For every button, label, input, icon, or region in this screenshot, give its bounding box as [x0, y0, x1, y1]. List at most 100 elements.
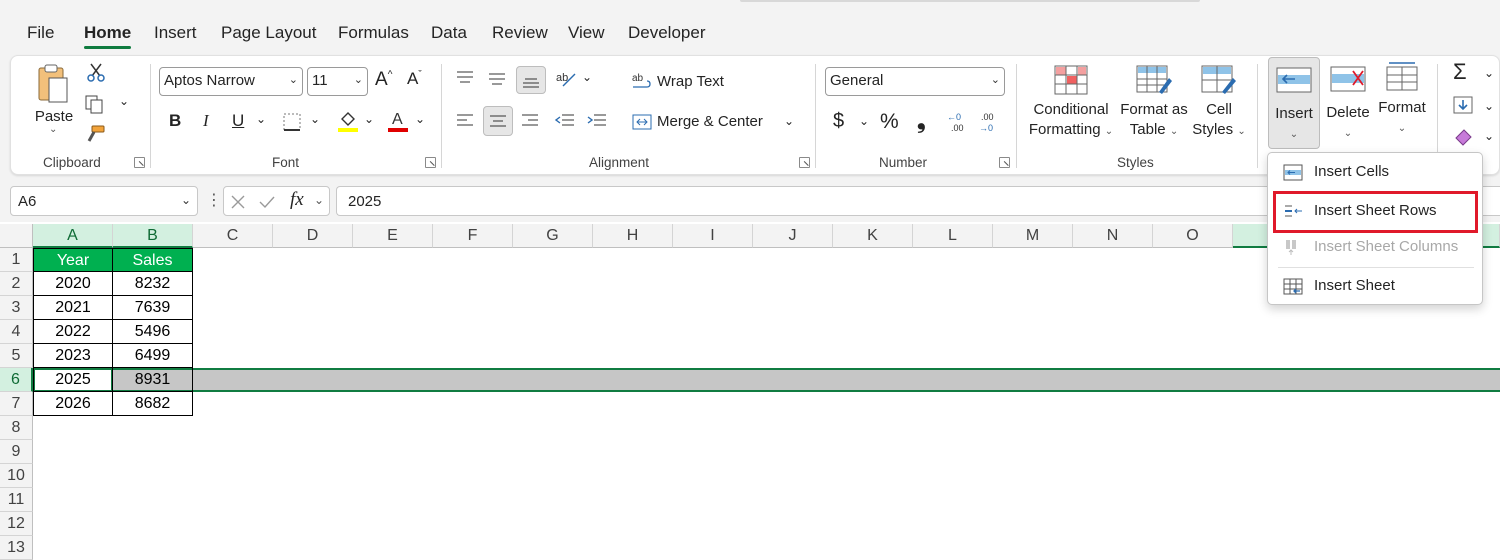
increase-decimal-icon[interactable]: ←0.00: [945, 110, 969, 134]
row-header[interactable]: 5: [0, 344, 33, 368]
row-header[interactable]: 13: [0, 536, 33, 560]
align-left-icon[interactable]: [455, 112, 475, 130]
font-dialog-launcher-icon[interactable]: [425, 157, 436, 168]
cut-icon[interactable]: [87, 62, 105, 82]
format-painter-icon[interactable]: [84, 124, 106, 144]
autosum-icon[interactable]: Σ: [1453, 59, 1467, 85]
insert-button[interactable]: Insert ⌄: [1268, 57, 1320, 149]
accounting-format-button[interactable]: $: [833, 110, 844, 133]
orientation-icon[interactable]: ab: [555, 68, 577, 88]
table-cell[interactable]: 8682: [113, 392, 193, 416]
table-cell[interactable]: 2023: [33, 344, 113, 368]
italic-button[interactable]: I: [203, 111, 209, 131]
clear-chevron-icon[interactable]: ⌄: [1484, 129, 1494, 143]
number-format-select[interactable]: General ⌄: [825, 67, 1005, 96]
column-header[interactable]: O: [1153, 224, 1233, 248]
table-cell[interactable]: 7639: [113, 296, 193, 320]
font-size-select[interactable]: 11 ⌄: [307, 67, 368, 96]
enter-check-icon[interactable]: [258, 194, 276, 210]
row-header[interactable]: 7: [0, 392, 33, 416]
borders-chevron-icon[interactable]: ⌄: [310, 112, 320, 126]
row-header[interactable]: 9: [0, 440, 33, 464]
tab-file[interactable]: File: [27, 23, 54, 43]
increase-font-size-icon[interactable]: A^: [375, 69, 392, 91]
column-header[interactable]: B: [113, 224, 193, 248]
row-header[interactable]: 10: [0, 464, 33, 488]
middle-align-icon[interactable]: [487, 70, 507, 86]
alignment-dialog-launcher-icon[interactable]: [799, 157, 810, 168]
select-all-corner[interactable]: [0, 224, 33, 248]
column-header[interactable]: H: [593, 224, 673, 248]
insert-function-button[interactable]: fx: [290, 189, 304, 211]
row-header[interactable]: 2: [0, 272, 33, 296]
percent-style-button[interactable]: %: [880, 110, 899, 134]
tab-formulas[interactable]: Formulas: [338, 23, 409, 43]
fill-chevron-icon[interactable]: ⌄: [1484, 99, 1494, 113]
insert-cells-menu-item[interactable]: Insert Cells: [1268, 156, 1482, 188]
column-header[interactable]: I: [673, 224, 753, 248]
table-cell[interactable]: 2021: [33, 296, 113, 320]
underline-button[interactable]: U: [232, 111, 244, 131]
more-options-icon[interactable]: ⋮: [206, 190, 222, 210]
tab-developer[interactable]: Developer: [628, 23, 706, 43]
table-header-cell[interactable]: Year: [33, 248, 113, 272]
format-as-table-button[interactable]: Format as Table ⌄: [1119, 64, 1189, 144]
row-header[interactable]: 4: [0, 320, 33, 344]
align-right-icon[interactable]: [520, 112, 540, 130]
tab-insert[interactable]: Insert: [154, 23, 197, 43]
column-header[interactable]: A: [33, 224, 113, 248]
top-align-icon[interactable]: [455, 70, 475, 86]
decrease-indent-icon[interactable]: [554, 112, 576, 130]
column-header[interactable]: L: [913, 224, 993, 248]
table-cell[interactable]: 8232: [113, 272, 193, 296]
column-header[interactable]: N: [1073, 224, 1153, 248]
copy-icon[interactable]: [84, 94, 106, 114]
copy-chevron-icon[interactable]: ⌄: [119, 94, 129, 108]
clear-icon[interactable]: [1452, 126, 1474, 146]
orientation-chevron-icon[interactable]: ⌄: [582, 70, 592, 84]
tab-data[interactable]: Data: [431, 23, 467, 43]
paste-button[interactable]: Paste ⌄: [33, 62, 75, 135]
table-cell[interactable]: 8931: [113, 368, 193, 392]
tab-page-layout[interactable]: Page Layout: [221, 23, 316, 43]
column-header[interactable]: F: [433, 224, 513, 248]
fill-color-icon[interactable]: [337, 109, 359, 133]
font-color-icon[interactable]: A: [387, 109, 409, 133]
decrease-decimal-icon[interactable]: .00→0: [977, 110, 1001, 134]
merge-center-chevron-icon[interactable]: ⌄: [784, 114, 794, 128]
table-cell[interactable]: 2020: [33, 272, 113, 296]
font-name-select[interactable]: Aptos Narrow ⌄: [159, 67, 303, 96]
column-header[interactable]: G: [513, 224, 593, 248]
increase-indent-icon[interactable]: [586, 112, 608, 130]
row-header[interactable]: 6: [0, 368, 33, 392]
name-box[interactable]: A6 ⌄: [10, 186, 198, 216]
fill-icon[interactable]: [1452, 95, 1474, 115]
delete-button[interactable]: Delete ⌄: [1321, 65, 1375, 140]
align-center-button[interactable]: [483, 106, 513, 136]
column-header[interactable]: M: [993, 224, 1073, 248]
column-header[interactable]: D: [273, 224, 353, 248]
column-header[interactable]: C: [193, 224, 273, 248]
row-header[interactable]: 8: [0, 416, 33, 440]
cell-styles-button[interactable]: Cell Styles ⌄: [1189, 64, 1249, 144]
selected-row-highlight[interactable]: [33, 368, 1500, 392]
borders-icon[interactable]: [282, 112, 302, 132]
insert-sheet-menu-item[interactable]: Insert Sheet: [1268, 270, 1482, 302]
table-cell[interactable]: 5496: [113, 320, 193, 344]
accounting-chevron-icon[interactable]: ⌄: [859, 114, 869, 128]
fill-color-chevron-icon[interactable]: ⌄: [364, 112, 374, 126]
insert-sheet-columns-menu-item[interactable]: Insert Sheet Columns: [1268, 231, 1482, 263]
clipboard-dialog-launcher-icon[interactable]: [134, 157, 145, 168]
bold-button[interactable]: B: [169, 111, 181, 131]
underline-chevron-icon[interactable]: ⌄: [256, 112, 266, 126]
fx-chevron-icon[interactable]: ⌄: [314, 193, 324, 207]
font-color-chevron-icon[interactable]: ⌄: [415, 112, 425, 126]
table-cell[interactable]: 2025: [33, 368, 113, 392]
decrease-font-size-icon[interactable]: Aˇ: [407, 69, 422, 89]
column-header[interactable]: K: [833, 224, 913, 248]
row-header[interactable]: 3: [0, 296, 33, 320]
table-header-cell[interactable]: Sales: [113, 248, 193, 272]
cancel-icon[interactable]: [230, 194, 246, 210]
table-cell[interactable]: 2026: [33, 392, 113, 416]
column-header[interactable]: J: [753, 224, 833, 248]
